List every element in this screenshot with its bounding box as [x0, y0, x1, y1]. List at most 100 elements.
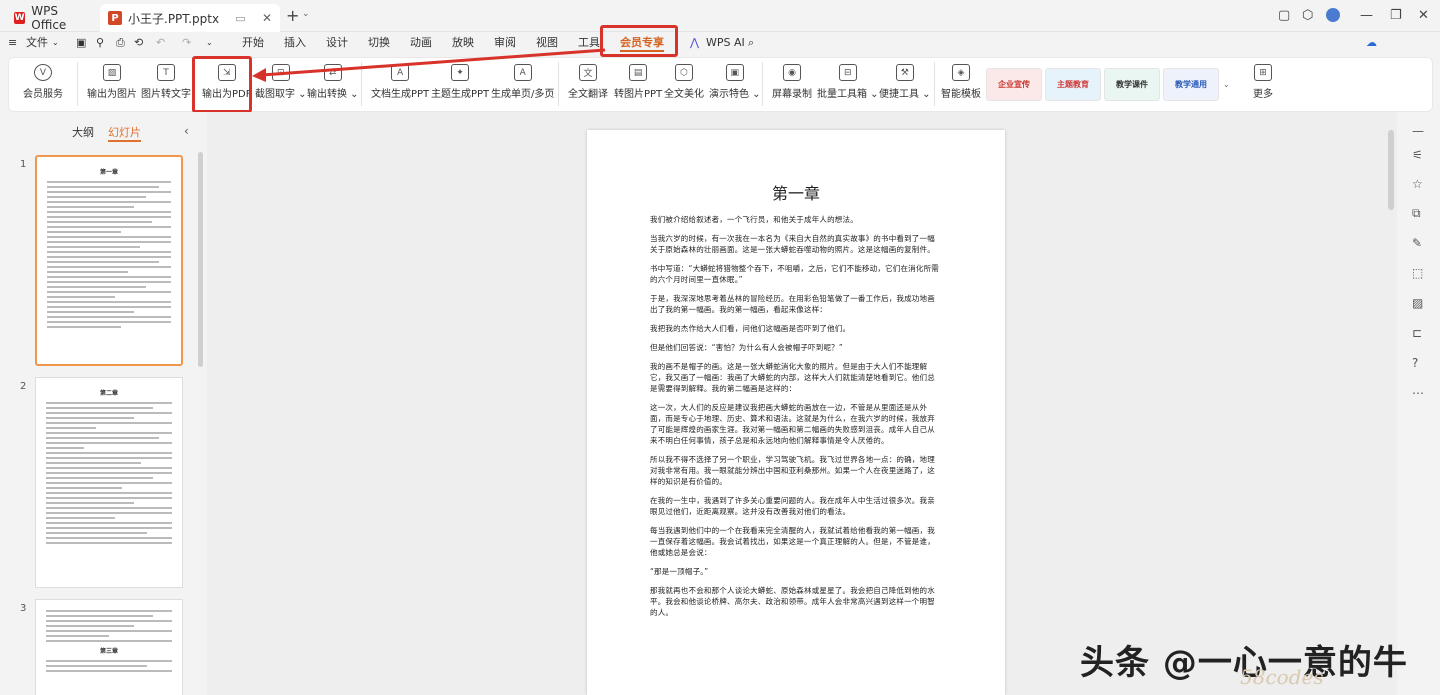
cube-icon[interactable]: ⬡	[1302, 8, 1313, 23]
menu-transition[interactable]: 切换	[368, 34, 390, 52]
collapse-panel-icon[interactable]: ‹	[184, 124, 189, 138]
slide-thumbnail-2[interactable]: 第二章	[35, 377, 183, 588]
copy-icon[interactable]: ⧉	[1412, 206, 1421, 221]
chevron-down-icon[interactable]: ⌄	[1223, 80, 1230, 89]
close-tab-icon[interactable]: ✕	[262, 11, 272, 25]
slide-paragraph: 于是，我深深地思考着丛林的冒险经历。在用彩色铅笔做了一番工作后，我成功地画出了我…	[650, 294, 935, 314]
slide-paragraph: 我把我的杰作给大人们看，问他们这幅画是否吓到了他们。	[650, 324, 851, 333]
divider	[77, 62, 78, 106]
sidebar-scrollbar[interactable]	[198, 152, 203, 367]
new-tab-button[interactable]: +	[286, 6, 299, 25]
close-window-icon[interactable]: ✕	[1418, 8, 1429, 23]
vip-service-label: 会员服务	[23, 89, 63, 100]
shape-icon[interactable]: ⬚	[1412, 266, 1423, 280]
thumb-title: 第二章	[99, 390, 118, 397]
divider	[934, 62, 935, 106]
doc-to-ppt-button[interactable]: A 文档生成PPT	[371, 64, 429, 100]
more-button[interactable]: ⊞ 更多	[1253, 64, 1273, 100]
menu-review[interactable]: 审阅	[494, 34, 516, 52]
present-icon: ▣	[725, 64, 744, 81]
monitor-icon[interactable]: ▭	[235, 12, 245, 25]
adjust-icon[interactable]: ⚟	[1412, 148, 1423, 162]
preview-icon[interactable]: ⟲	[134, 34, 143, 52]
highlight-box-vip	[600, 25, 678, 57]
template-thumb-3[interactable]: 教学课件	[1104, 68, 1160, 101]
menu-slideshow[interactable]: 放映	[452, 34, 474, 52]
batch-toolbox-button[interactable]: ⊟ 批量工具箱 ⌄	[817, 64, 879, 100]
theme-to-ppt-button[interactable]: ✦ 主题生成PPT	[431, 64, 489, 100]
chevron-down-icon[interactable]: ⌄	[206, 34, 213, 52]
tab-outline[interactable]: 大纲	[72, 124, 94, 142]
menu-home[interactable]: 开始	[242, 34, 264, 52]
template-thumb-2[interactable]: 主题教育	[1045, 68, 1101, 101]
restore-icon[interactable]: ❐	[1390, 8, 1402, 23]
generate-page-icon: A	[513, 64, 532, 81]
help-icon[interactable]: ?	[1412, 356, 1418, 370]
template-thumb-4[interactable]: 教学通用	[1163, 68, 1219, 101]
template-label-4: 教学通用	[1175, 80, 1207, 89]
more-label: 更多	[1253, 89, 1273, 100]
menu-insert[interactable]: 插入	[284, 34, 306, 52]
window-layout-icon[interactable]: ▢	[1278, 8, 1290, 23]
menu-file[interactable]: 文件	[26, 34, 48, 52]
right-toolbar: — ⚟ ☆ ⧉ ✎ ⬚ ▨ ⊏ ? ⋯	[1400, 112, 1440, 695]
slide-paragraph: 那我就再也不会和那个人谈论大蟒蛇、原始森林或星星了。我会把自己降低到他的水平。我…	[650, 586, 935, 617]
translate-button[interactable]: 文全文翻译	[568, 64, 608, 100]
template-thumb-1[interactable]: 企业宣传	[986, 68, 1042, 101]
slide-paragraph: “那是一顶帽子。”	[650, 567, 709, 576]
star-icon[interactable]: ☆	[1412, 177, 1423, 191]
doc-to-ppt-label: 文档生成PPT	[371, 89, 430, 100]
menu-animation[interactable]: 动画	[410, 34, 432, 52]
present-feature-button[interactable]: ▣ 演示特色 ⌄	[709, 64, 761, 100]
tab-document[interactable]: P 小王子.PPT.pptx ▭ ✕	[100, 4, 280, 32]
wps-ai-icon[interactable]: ⋀	[690, 34, 699, 52]
menu-design[interactable]: 设计	[326, 34, 348, 52]
image-ppt-button[interactable]: ▤ 转图片PPT	[614, 64, 662, 100]
brush-icon[interactable]: ✎	[1412, 236, 1422, 250]
slide-thumbnail-1[interactable]: 第一章	[35, 155, 183, 366]
export-image-button[interactable]: ▨ 输出为图片	[87, 64, 137, 100]
image-to-text-button[interactable]: T 图片转文字	[141, 64, 191, 100]
highlight-box-pdf	[192, 56, 252, 113]
tab-slides[interactable]: 幻灯片	[108, 124, 141, 142]
slide-paragraph: 我们被介绍给叙述者，一个飞行员，和他关于成年人的想法。	[650, 215, 858, 224]
save-icon[interactable]: ▣	[76, 34, 86, 52]
beautify-label: 全文美化	[664, 89, 704, 100]
screen-record-button[interactable]: ◉ 屏幕录制	[772, 64, 812, 100]
screenshot-text-button[interactable]: ⊡ 截图取字 ⌄	[255, 64, 307, 100]
redo-icon[interactable]: ↷	[182, 34, 191, 52]
print-icon[interactable]: ⎙	[116, 34, 125, 52]
vip-service-button[interactable]: V 会员服务	[23, 64, 63, 100]
chevron-down-icon[interactable]: ⌄	[52, 34, 59, 52]
slide-thumbnail-3[interactable]: 第三章	[35, 599, 183, 695]
template-label-3: 教学课件	[1116, 80, 1148, 89]
menu-view[interactable]: 视图	[536, 34, 558, 52]
generate-page-button[interactable]: A 生成单页/多页	[491, 64, 554, 100]
chevron-down-icon[interactable]: ⌄	[302, 9, 310, 19]
undo-icon[interactable]: ↶	[156, 34, 165, 52]
smart-template-button[interactable]: ◈ 智能模板	[941, 64, 981, 100]
canvas-scrollbar[interactable]	[1388, 130, 1394, 210]
more-icon[interactable]: ⋯	[1412, 386, 1424, 400]
tab-wps-office[interactable]: W WPS Office	[6, 4, 92, 32]
minus-icon[interactable]: —	[1412, 124, 1424, 138]
menu-wps-ai[interactable]: WPS AI	[706, 34, 745, 52]
link-icon[interactable]: ⚲	[96, 34, 104, 52]
minimize-icon[interactable]: —	[1360, 8, 1373, 23]
export-convert-button[interactable]: ⇄ 输出转换 ⌄	[307, 64, 359, 100]
image-ppt-icon: ▤	[629, 64, 648, 81]
search-icon[interactable]: ⌕	[748, 34, 754, 52]
slide-number: 3	[20, 603, 27, 614]
slide-page[interactable]: 第一章 我们被介绍给叙述者，一个飞行员，和他关于成年人的想法。 当我六岁的时候，…	[587, 130, 1005, 695]
book-icon[interactable]: ⊏	[1412, 326, 1422, 340]
slide-paragraph: 每当我遇到他们中的一个在我看来完全清醒的人，我就试着给他看我的第一幅画，我一直保…	[650, 526, 935, 557]
avatar[interactable]	[1326, 8, 1340, 22]
menu-tools[interactable]: 工具	[578, 34, 600, 52]
beautify-button[interactable]: ⬡ 全文美化	[664, 64, 704, 100]
template-label-1: 企业宣传	[998, 80, 1030, 89]
slide-paragraph: 在我的一生中，我遇到了许多关心重要问题的人。我在成年人中生活过很多次。我亲眼见过…	[650, 496, 935, 516]
cloud-upload-icon[interactable]: ☁	[1366, 34, 1377, 52]
handy-tools-button[interactable]: ⚒ 便捷工具 ⌄	[879, 64, 931, 100]
hamburger-icon[interactable]: ≡	[8, 34, 17, 52]
image-edit-icon[interactable]: ▨	[1412, 296, 1423, 310]
